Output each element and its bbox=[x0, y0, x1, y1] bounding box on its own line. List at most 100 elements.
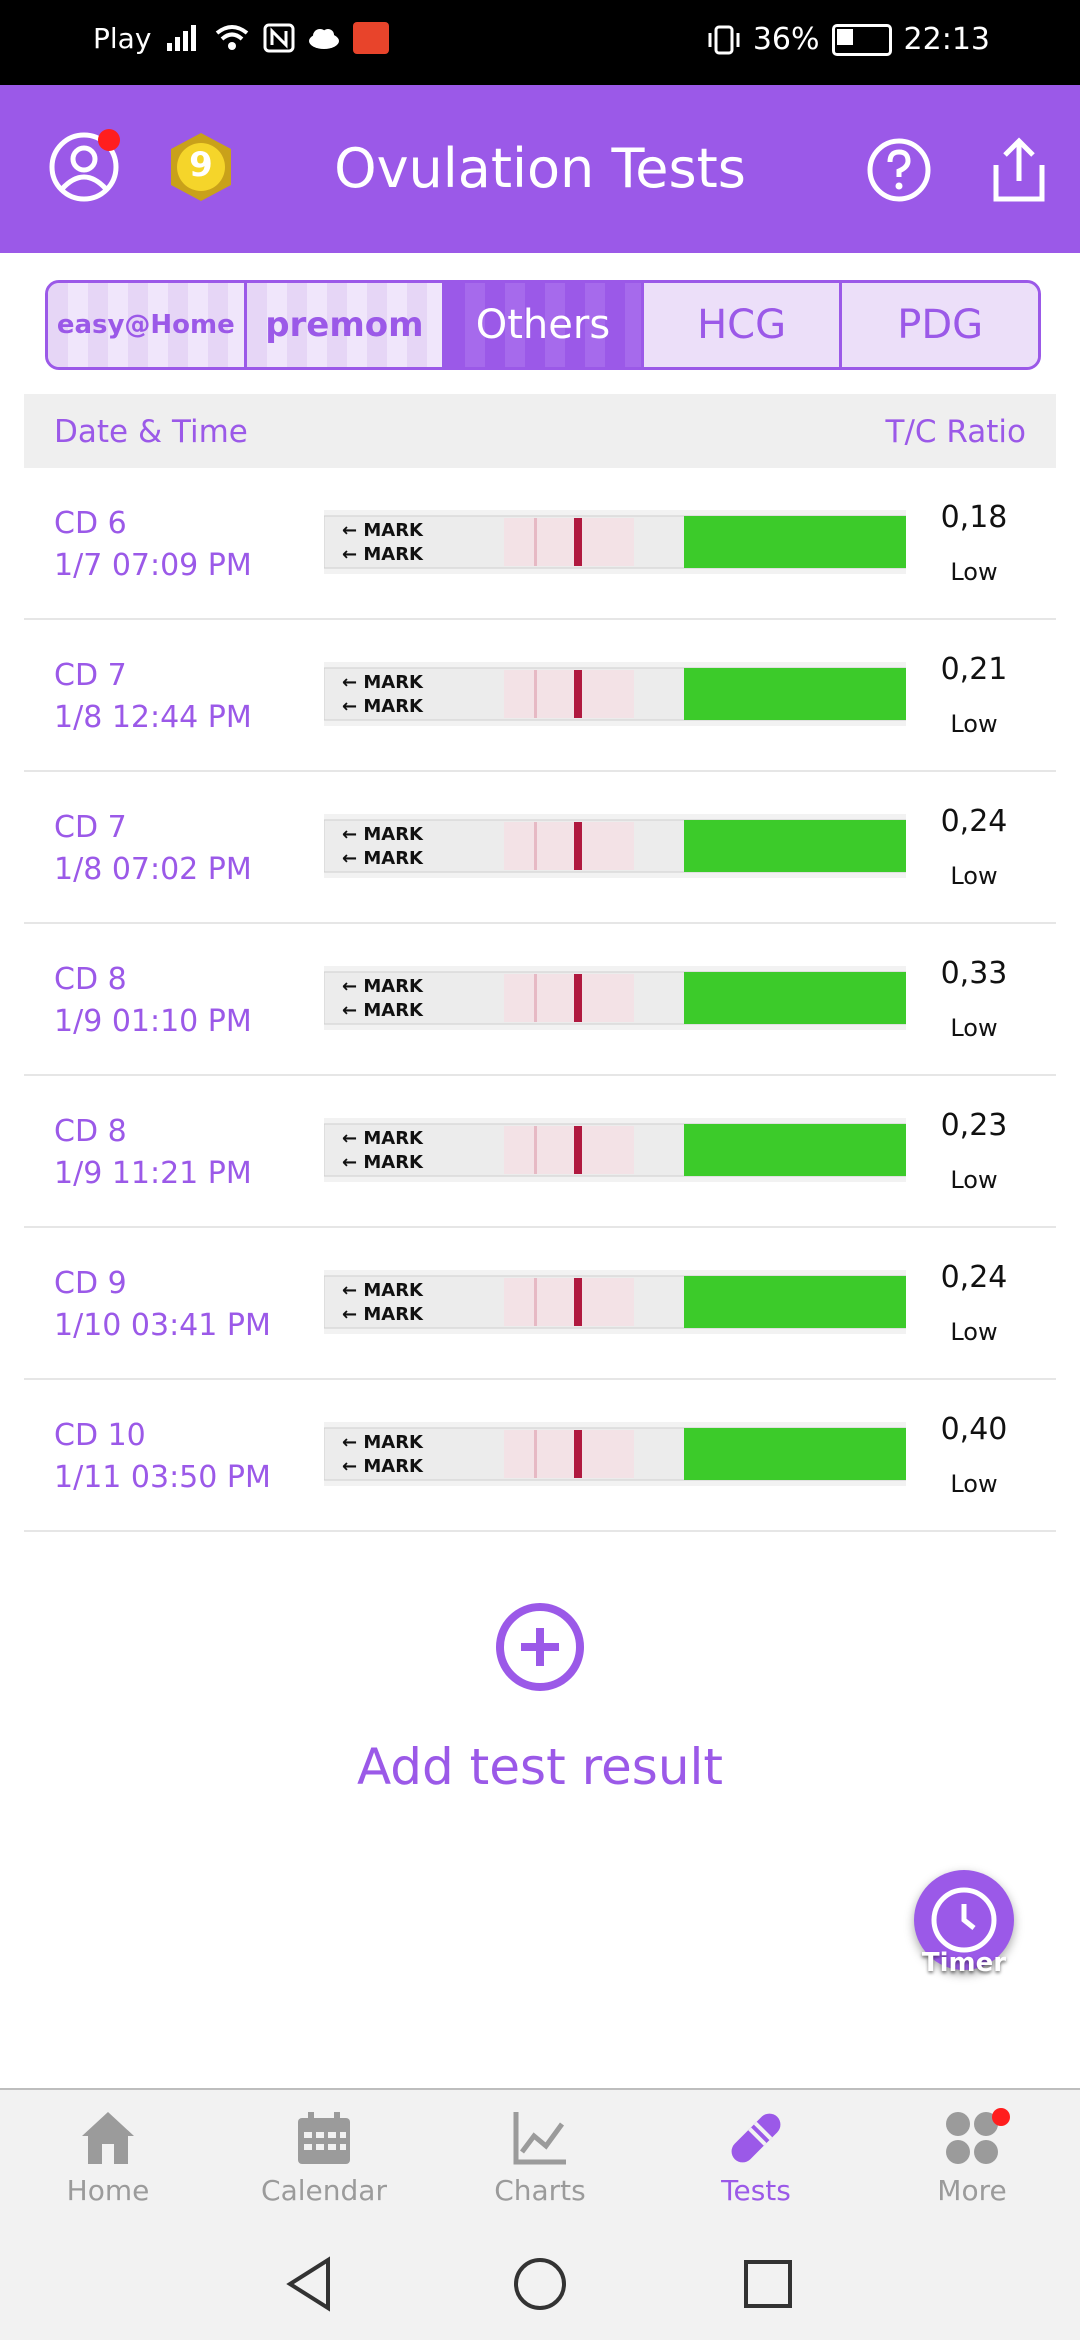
home-system-button[interactable] bbox=[510, 2254, 570, 2314]
nav-charts-label: Charts bbox=[494, 2174, 586, 2207]
nav-more[interactable]: More bbox=[864, 2090, 1080, 2226]
wifi-icon bbox=[215, 25, 249, 50]
test-strip-line bbox=[574, 670, 582, 718]
test-strip-image: ← MARK ← MARK bbox=[324, 1118, 906, 1182]
table-row[interactable]: CD 7 1/8 12:44 PM ← MARK ← MARK 0,21 Low bbox=[24, 620, 1056, 772]
test-result-list: CD 6 1/7 07:09 PM ← MARK ← MARK 0,18 Low… bbox=[24, 468, 1056, 1532]
more-notification-dot bbox=[992, 2108, 1010, 2126]
tests-icon bbox=[731, 2113, 781, 2163]
column-date-time: Date & Time bbox=[54, 414, 248, 450]
test-strip-line bbox=[574, 1126, 582, 1174]
test-strip-image: ← MARK ← MARK bbox=[324, 814, 906, 878]
nav-charts[interactable]: Charts bbox=[432, 2090, 648, 2226]
nav-tests[interactable]: Tests bbox=[648, 2090, 864, 2226]
system-nav-bar bbox=[0, 2224, 1080, 2340]
battery-percent: 36% bbox=[752, 22, 820, 57]
test-datetime: 1/10 03:41 PM bbox=[54, 1308, 271, 1343]
test-strip-image: ← MARK ← MARK bbox=[324, 510, 906, 574]
help-icon bbox=[867, 138, 931, 202]
test-datetime: 1/7 07:09 PM bbox=[54, 548, 252, 583]
nav-calendar-label: Calendar bbox=[261, 2174, 387, 2207]
status-bar: Play 36% 22:13 bbox=[0, 0, 1080, 85]
test-datetime: 1/9 01:10 PM bbox=[54, 1004, 252, 1039]
strip-mark-label: ← MARK bbox=[342, 1456, 424, 1477]
share-icon bbox=[993, 137, 1045, 202]
cycle-day: CD 9 bbox=[54, 1266, 127, 1301]
tab-hcg[interactable]: HCG bbox=[643, 283, 843, 367]
strip-mark-label: ← MARK bbox=[342, 696, 424, 717]
charts-icon bbox=[513, 2112, 566, 2165]
help-button[interactable] bbox=[866, 137, 932, 203]
tc-ratio-value: 0,24 bbox=[940, 1260, 1008, 1295]
clock: 22:13 bbox=[903, 22, 990, 57]
cycle-day: CD 7 bbox=[54, 810, 127, 845]
table-row[interactable]: CD 8 1/9 11:21 PM ← MARK ← MARK 0,23 Low bbox=[24, 1076, 1056, 1228]
cycle-day: CD 8 bbox=[54, 1114, 127, 1149]
strip-mark-label: ← MARK bbox=[342, 1280, 424, 1301]
tc-ratio-value: 0,18 bbox=[940, 500, 1008, 535]
nav-calendar[interactable]: Calendar bbox=[216, 2090, 432, 2226]
battery-icon bbox=[831, 23, 892, 56]
nfc-icon bbox=[263, 23, 295, 53]
add-test-label[interactable]: Add test result bbox=[0, 1738, 1080, 1796]
circle-home-icon bbox=[514, 2258, 566, 2310]
test-datetime: 1/8 12:44 PM bbox=[54, 700, 252, 735]
strip-mark-label: ← MARK bbox=[342, 544, 424, 565]
strip-mark-label: ← MARK bbox=[342, 824, 424, 845]
cloud-icon bbox=[309, 29, 339, 49]
nav-home[interactable]: Home bbox=[0, 2090, 216, 2226]
lh-level-label: Low bbox=[950, 710, 998, 738]
test-strip-line bbox=[574, 518, 582, 566]
test-strip-image: ← MARK ← MARK bbox=[324, 1422, 906, 1486]
add-test-button[interactable] bbox=[495, 1602, 585, 1692]
tc-ratio-value: 0,40 bbox=[940, 1412, 1008, 1447]
table-row[interactable]: CD 10 1/11 03:50 PM ← MARK ← MARK 0,40 L… bbox=[24, 1380, 1056, 1532]
strip-mark-label: ← MARK bbox=[342, 976, 424, 997]
test-strip-line bbox=[574, 1430, 582, 1478]
tab-easy-home[interactable]: easy@Home bbox=[48, 283, 247, 367]
tab-others[interactable]: Others bbox=[445, 283, 644, 367]
lh-level-label: Low bbox=[950, 1318, 998, 1346]
recents-button[interactable] bbox=[738, 2254, 798, 2314]
tab-pdg[interactable]: PDG bbox=[842, 283, 1038, 367]
carrier-name: Play bbox=[93, 22, 152, 55]
test-strip-line bbox=[574, 974, 582, 1022]
strip-mark-label: ← MARK bbox=[342, 1304, 424, 1325]
nav-more-label: More bbox=[937, 2174, 1007, 2207]
timer-label[interactable]: Timer bbox=[900, 1948, 1028, 1978]
strip-mark-label: ← MARK bbox=[342, 520, 424, 541]
strip-mark-label: ← MARK bbox=[342, 1152, 424, 1173]
status-icons bbox=[165, 22, 389, 54]
test-strip-line bbox=[574, 1278, 582, 1326]
nav-home-label: Home bbox=[66, 2174, 150, 2207]
vibrate-icon bbox=[708, 25, 740, 54]
table-row[interactable]: CD 8 1/9 01:10 PM ← MARK ← MARK 0,33 Low bbox=[24, 924, 1056, 1076]
strip-mark-label: ← MARK bbox=[342, 1000, 424, 1021]
table-row[interactable]: CD 6 1/7 07:09 PM ← MARK ← MARK 0,18 Low bbox=[24, 468, 1056, 620]
cycle-day: CD 7 bbox=[54, 658, 127, 693]
tc-ratio-value: 0,33 bbox=[940, 956, 1008, 991]
lh-level-label: Low bbox=[950, 1014, 998, 1042]
share-button[interactable] bbox=[986, 135, 1052, 205]
table-row[interactable]: CD 7 1/8 07:02 PM ← MARK ← MARK 0,24 Low bbox=[24, 772, 1056, 924]
back-button[interactable] bbox=[280, 2254, 340, 2314]
test-strip-image: ← MARK ← MARK bbox=[324, 662, 906, 726]
lh-level-label: Low bbox=[950, 862, 998, 890]
test-strip-image: ← MARK ← MARK bbox=[324, 1270, 906, 1334]
table-row[interactable]: CD 9 1/10 03:41 PM ← MARK ← MARK 0,24 Lo… bbox=[24, 1228, 1056, 1380]
back-icon bbox=[286, 2256, 330, 2312]
brand-tabs: easy@Home premom Others HCG PDG bbox=[45, 280, 1041, 370]
table-header: Date & Time T/C Ratio bbox=[24, 394, 1056, 468]
tc-ratio-value: 0,23 bbox=[940, 1108, 1008, 1143]
strip-mark-label: ← MARK bbox=[342, 848, 424, 869]
cycle-day: CD 6 bbox=[54, 506, 127, 541]
lh-level-label: Low bbox=[950, 1166, 998, 1194]
lh-level-label: Low bbox=[950, 558, 998, 586]
test-datetime: 1/11 03:50 PM bbox=[54, 1460, 271, 1495]
bottom-nav: Home Calendar Charts Tests More bbox=[0, 2088, 1080, 2226]
tc-ratio-value: 0,21 bbox=[940, 652, 1008, 687]
home-icon bbox=[82, 2112, 134, 2164]
app-bar: 9 Ovulation Tests bbox=[0, 85, 1080, 253]
test-strip-line bbox=[574, 822, 582, 870]
tab-premom[interactable]: premom bbox=[246, 283, 446, 367]
